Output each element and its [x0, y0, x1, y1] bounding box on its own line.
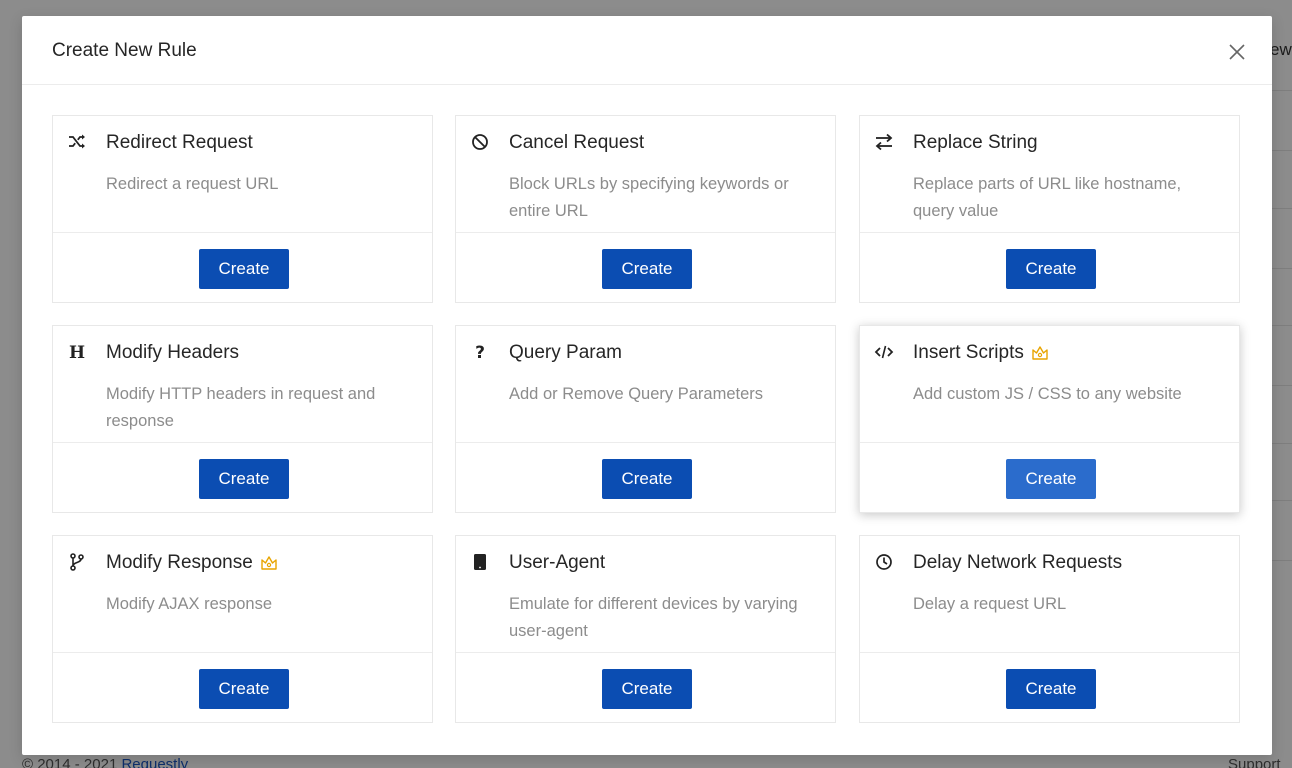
rule-title-text: Insert Scripts [913, 342, 1024, 363]
create-insert-scripts-button[interactable]: Create [1006, 459, 1096, 499]
rule-title-text: Modify Response [106, 552, 253, 573]
card-divider [456, 442, 835, 443]
clock-icon [876, 554, 892, 570]
modal-title: Create New Rule [52, 40, 197, 61]
rule-description: Replace parts of URL like hostname, quer… [913, 175, 1182, 220]
code-icon [874, 345, 894, 359]
create-delay-network-requests-button[interactable]: Create [1006, 669, 1096, 709]
tablet-icon [474, 554, 486, 570]
create-redirect-request-button[interactable]: Create [199, 249, 289, 289]
rule-description: Add custom JS / CSS to any website [913, 385, 1182, 403]
rule-title-text: Modify Headers [106, 342, 240, 363]
rule-title-text: Delay Network Requests [913, 552, 1123, 573]
premium-crown-icon [261, 556, 277, 570]
rule-title: Delay Network Requests [913, 552, 1122, 574]
rule-description: Modify HTTP headers in request and respo… [106, 385, 376, 430]
create-user-agent-button[interactable]: Create [602, 669, 692, 709]
create-rule-modal: Create New Rule Redirect Request Redirec… [22, 16, 1272, 755]
rule-title: Cancel Request [509, 132, 644, 154]
rule-title: User-Agent [509, 552, 605, 574]
rule-card-redirect-request: Redirect Request Redirect a request URL … [52, 115, 433, 303]
rule-description: Redirect a request URL [106, 175, 279, 193]
rule-description: Modify AJAX response [106, 595, 272, 613]
premium-crown-icon [1032, 346, 1048, 360]
rule-card-modify-headers: H Modify Headers Modify HTTP headers in … [52, 325, 433, 513]
rule-title: Modify Response [106, 552, 279, 574]
heading-icon: H [69, 343, 85, 362]
card-divider [53, 652, 432, 653]
modal-header: Create New Rule [22, 16, 1272, 85]
rule-card-user-agent: User-Agent Emulate for different devices… [455, 535, 836, 723]
rule-title: Insert Scripts [913, 342, 1050, 364]
branch-icon [70, 553, 84, 571]
rule-description: Add or Remove Query Parameters [509, 385, 764, 403]
swap-arrows-icon [875, 133, 893, 151]
card-divider [860, 232, 1239, 233]
rule-title-text: Query Param [509, 342, 622, 363]
rule-card-replace-string: Replace String Replace parts of URL like… [859, 115, 1240, 303]
question-mark-icon: ? [475, 343, 485, 362]
card-divider [53, 442, 432, 443]
create-modify-headers-button[interactable]: Create [199, 459, 289, 499]
rule-title-text: User-Agent [509, 552, 606, 573]
rule-card-delay-network-requests: Delay Network Requests Delay a request U… [859, 535, 1240, 723]
close-icon [1229, 44, 1245, 60]
create-replace-string-button[interactable]: Create [1006, 249, 1096, 289]
svg-text:?: ? [475, 343, 485, 362]
rule-description: Emulate for different devices by varying… [509, 595, 798, 640]
rule-description: Delay a request URL [913, 595, 1067, 613]
rule-title: Redirect Request [106, 132, 253, 154]
rule-description: Block URLs by specifying keywords or ent… [509, 175, 789, 220]
card-divider [53, 232, 432, 233]
rule-title: Replace String [913, 132, 1038, 154]
rule-card-cancel-request: Cancel Request Block URLs by specifying … [455, 115, 836, 303]
rule-card-query-param: ? Query Param Add or Remove Query Parame… [455, 325, 836, 513]
card-divider [456, 652, 835, 653]
create-modify-response-button[interactable]: Create [199, 669, 289, 709]
block-icon [472, 134, 488, 150]
card-divider [860, 652, 1239, 653]
close-button[interactable] [1226, 41, 1248, 63]
card-divider [456, 232, 835, 233]
svg-text:H: H [69, 343, 85, 362]
rule-card-insert-scripts: Insert Scripts Add custom JS / CSS to an… [859, 325, 1240, 513]
rule-title-text: Cancel Request [509, 132, 645, 153]
create-cancel-request-button[interactable]: Create [602, 249, 692, 289]
rule-card-modify-response: Modify Response Modify AJAX response Cre… [52, 535, 433, 723]
rule-title: Modify Headers [106, 342, 239, 364]
rule-title-text: Replace String [913, 132, 1038, 153]
rule-title: Query Param [509, 342, 622, 364]
create-query-param-button[interactable]: Create [602, 459, 692, 499]
shuffle-icon [69, 134, 85, 149]
card-divider [860, 442, 1239, 443]
rule-title-text: Redirect Request [106, 132, 253, 153]
